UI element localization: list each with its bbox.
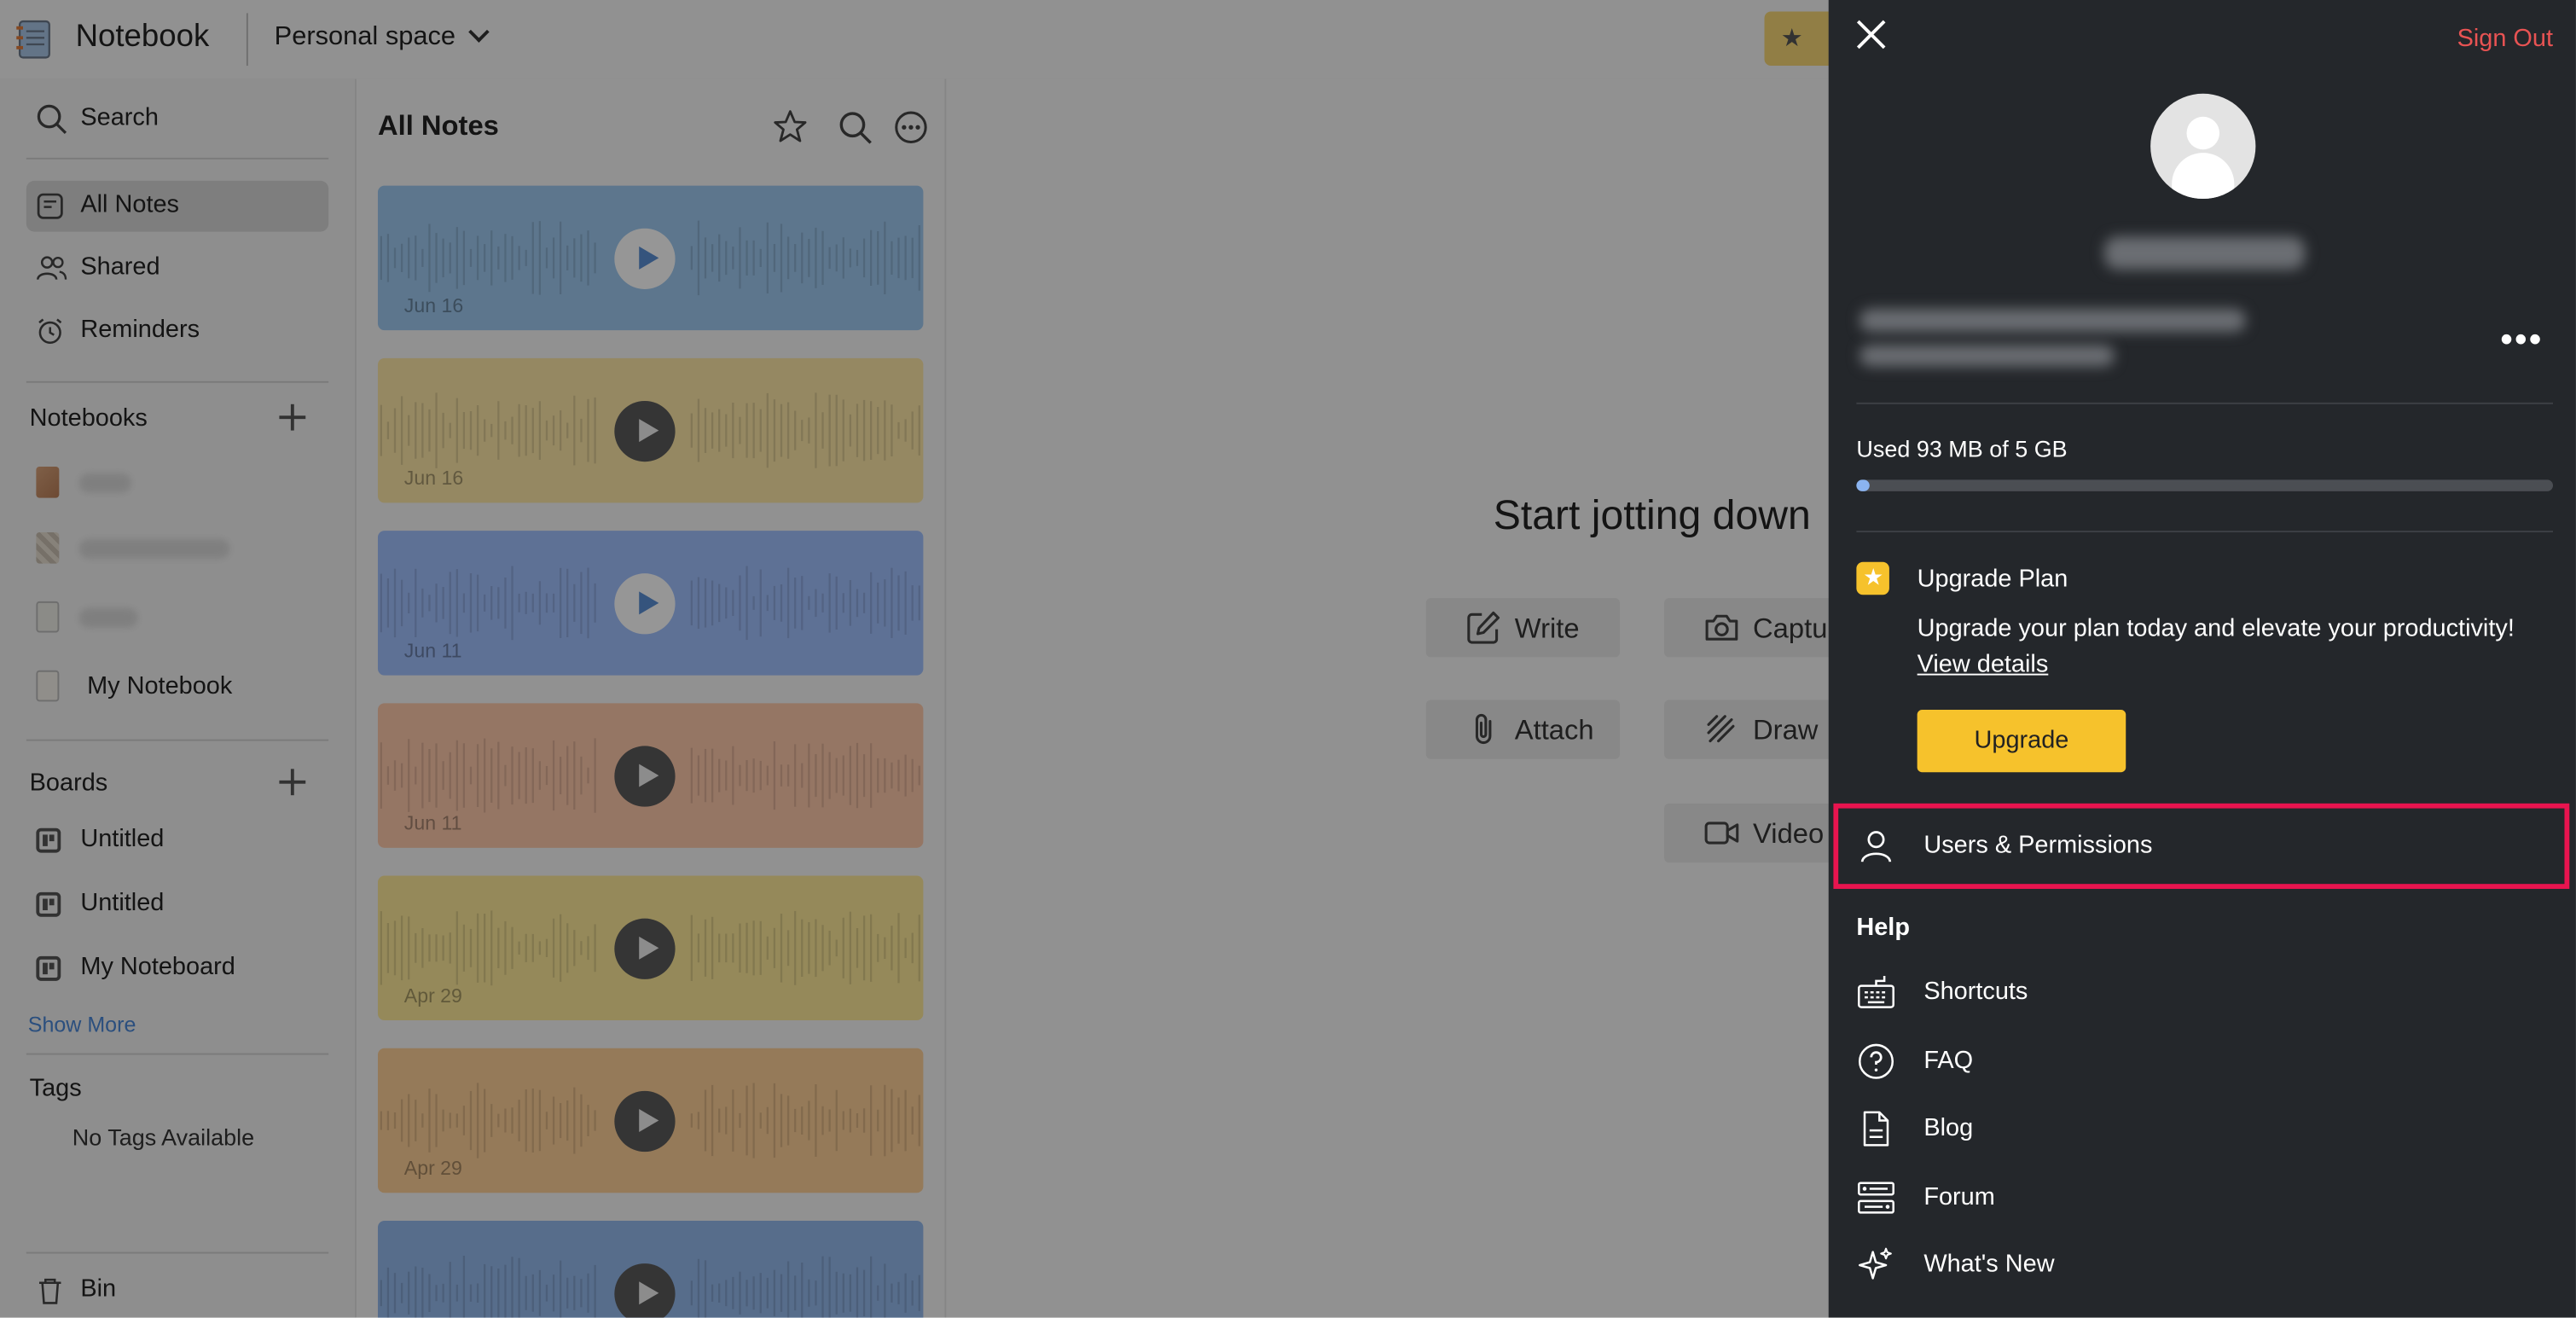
- avatar[interactable]: [2150, 93, 2256, 200]
- help-item-label: Forum: [1923, 1182, 1995, 1211]
- close-icon[interactable]: [1854, 18, 1888, 51]
- storage-progress-fill: [1856, 479, 1870, 491]
- upgrade-plan-title: Upgrade Plan: [1917, 565, 2068, 594]
- question-circle-icon: [1858, 1043, 1894, 1079]
- divider: [1856, 531, 2554, 533]
- help-item-label: Shortcuts: [1923, 977, 2028, 1006]
- blurred-user-name: [2104, 236, 2306, 270]
- help-item-label: FAQ: [1923, 1046, 1974, 1075]
- blurred-user-email: [1859, 309, 2246, 333]
- upgrade-plan-description: Upgrade your plan today and elevate your…: [1917, 614, 2515, 643]
- user-icon: [1860, 831, 1892, 862]
- upgrade-star-icon: [1856, 561, 1889, 595]
- help-item-label: What's New: [1923, 1250, 2055, 1279]
- help-item-whats-new[interactable]: What's New: [1856, 1240, 2546, 1290]
- users-permissions-label: Users & Permissions: [1923, 831, 2153, 860]
- sparkle-icon: [1858, 1247, 1892, 1280]
- forum-icon: [1858, 1182, 1894, 1214]
- more-options-icon[interactable]: •••: [2500, 322, 2543, 357]
- document-icon: [1863, 1111, 1889, 1147]
- view-details-link[interactable]: View details: [1917, 651, 2049, 679]
- help-item-faq[interactable]: FAQ: [1856, 1036, 2546, 1086]
- profile-panel: Sign Out ••• Used 93 MB of 5 GB Upgrade …: [1828, 0, 2576, 1318]
- keyboard-icon: [1858, 976, 1894, 1008]
- help-item-label: Blog: [1923, 1113, 1974, 1142]
- upgrade-button[interactable]: Upgrade: [1917, 710, 2126, 773]
- storage-usage-text: Used 93 MB of 5 GB: [1856, 435, 2068, 462]
- users-permissions-item[interactable]: Users & Permissions: [1856, 822, 2546, 871]
- help-item-blog[interactable]: Blog: [1856, 1104, 2546, 1153]
- storage-progress-bar: [1856, 479, 2554, 491]
- modal-backdrop[interactable]: [0, 0, 1829, 1318]
- blurred-user-id: [1859, 345, 2115, 367]
- help-item-forum[interactable]: Forum: [1856, 1173, 2546, 1222]
- help-heading: Help: [1856, 913, 1911, 942]
- help-item-shortcuts[interactable]: Shortcuts: [1856, 967, 2546, 1017]
- notebook-app: Notebook Personal space ★ Search All Not…: [0, 0, 2576, 1318]
- divider: [1856, 402, 2554, 404]
- sign-out-button[interactable]: Sign Out: [2457, 25, 2553, 53]
